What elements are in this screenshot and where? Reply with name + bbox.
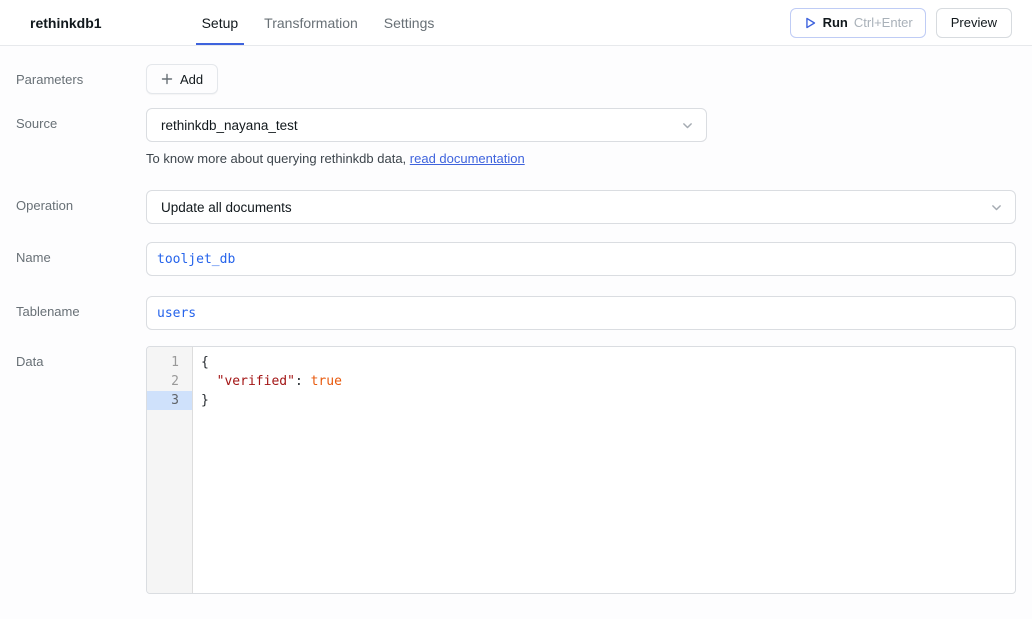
parameters-label: Parameters [16,64,146,87]
play-icon [803,16,817,30]
code-token: : [295,374,311,389]
source-select[interactable]: rethinkdb_nayana_test [146,108,707,142]
tablename-row: Tablename users [16,296,1016,330]
code-token-atom: true [311,374,342,389]
header-actions: Run Ctrl+Enter Preview [790,8,1012,38]
chevron-down-icon [990,201,1003,214]
add-parameter-label: Add [180,72,203,87]
run-button-label: Run [823,15,848,30]
preview-button[interactable]: Preview [936,8,1012,38]
query-setup-form: Parameters Add Source rethinkdb_nayana_t… [0,46,1032,594]
source-helper-prefix: To know more about querying rethinkdb da… [146,151,410,166]
code-line: "verified": true [193,372,1015,391]
operation-row: Operation Update all documents [16,190,1016,224]
tab-bar: Setup Transformation Settings [202,0,435,45]
tablename-input[interactable]: users [146,296,1016,330]
chevron-down-icon [681,119,694,132]
tab-transformation[interactable]: Transformation [264,0,358,45]
data-code-editor[interactable]: 1 2 3 { "verified": true } [146,346,1016,594]
data-label: Data [16,346,146,369]
tablename-label: Tablename [16,296,146,319]
code-token [201,374,217,389]
source-helper-text: To know more about querying rethinkdb da… [146,151,1016,166]
code-area[interactable]: { "verified": true } [193,347,1015,593]
run-button[interactable]: Run Ctrl+Enter [790,8,926,38]
query-name[interactable]: rethinkdb1 [30,15,102,31]
operation-select-value: Update all documents [161,200,292,215]
add-parameter-button[interactable]: Add [146,64,218,94]
operation-select[interactable]: Update all documents [146,190,1016,224]
operation-label: Operation [16,190,146,213]
read-documentation-link[interactable]: read documentation [410,151,525,166]
line-number: 1 [147,353,192,372]
line-number-active: 3 [147,391,192,410]
name-row: Name tooljet_db [16,242,1016,276]
name-label: Name [16,242,146,265]
data-row: Data 1 2 3 { "verified": true } [16,346,1016,594]
code-token: } [201,393,209,408]
code-token-property: "verified" [217,374,295,389]
source-select-value: rethinkdb_nayana_test [161,118,298,133]
query-header: rethinkdb1 Setup Transformation Settings… [0,0,1032,46]
tab-settings[interactable]: Settings [384,0,435,45]
plus-icon [161,73,173,85]
line-number-gutter: 1 2 3 [147,347,193,593]
code-line: { [193,353,1015,372]
tab-setup[interactable]: Setup [202,0,239,45]
query-editor: rethinkdb1 Setup Transformation Settings… [0,0,1032,619]
name-input[interactable]: tooljet_db [146,242,1016,276]
line-number: 2 [147,372,192,391]
run-button-shortcut: Ctrl+Enter [854,15,913,30]
parameters-row: Parameters Add [16,64,1016,94]
source-row: Source rethinkdb_nayana_test To know mor… [16,108,1016,190]
code-line: } [193,391,1015,410]
source-label: Source [16,108,146,131]
code-token: { [201,355,209,370]
